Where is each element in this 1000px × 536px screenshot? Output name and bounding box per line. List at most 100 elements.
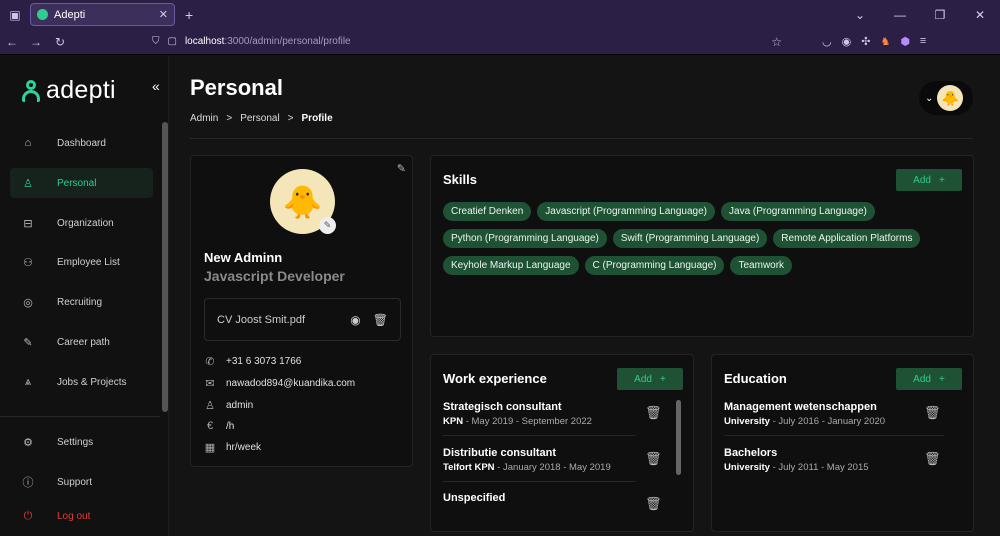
skill-chip[interactable]: Keyhole Markup Language [443,256,579,275]
profile-rate: € /h [204,420,234,432]
reload-icon[interactable]: ↻ [48,35,72,49]
extension-hex-icon[interactable]: ⬢ [900,35,910,48]
skill-chip[interactable]: Javascript (Programming Language) [537,202,716,221]
skill-chip[interactable]: Creatief Denken [443,202,532,221]
delete-work-trash-icon[interactable]: 🗑 [645,496,662,512]
add-work-button[interactable]: Add + [617,368,683,390]
app-logo[interactable]: adepti [22,76,116,105]
delete-education-trash-icon[interactable]: 🗑 [924,405,941,421]
logo-text: adepti [46,76,116,104]
sidebar-item-label: Organization [57,217,114,229]
delete-cv-trash-icon[interactable]: 🗑 [373,313,388,327]
sidebar-item-label: Career path [57,336,110,348]
sidebar-item-settings[interactable]: ⚙ Settings [10,427,153,457]
edit-avatar-icon[interactable]: ✎ [319,217,336,234]
pocket-icon[interactable]: ◡ [822,35,832,48]
list-item[interactable]: Strategisch consultant KPN - May 2019 - … [443,401,648,427]
skill-chip[interactable]: Swift (Programming Language) [612,229,768,248]
gear-icon: ⚙ [23,436,33,449]
sidebar-item-employee-list[interactable]: ⚇ Employee List [10,247,153,277]
profile-username: ♙ admin [205,400,254,412]
breadcrumb-separator-icon: > [287,113,294,124]
skill-chip[interactable]: Java (Programming Language) [721,202,875,221]
sidebar-item-label: Support [57,476,93,488]
sidebar-item-organization[interactable]: ⊟ Organization [10,208,153,238]
list-item[interactable]: Unspecified [443,492,648,504]
browser-tab[interactable]: Adepti ✕ [30,3,175,26]
work-scrollbar[interactable] [676,400,681,475]
delete-work-trash-icon[interactable]: 🗑 [645,451,662,467]
add-skill-button[interactable]: Add + [896,169,962,191]
sidebar-item-support[interactable]: ⓘ Support [10,467,153,497]
chevron-down-icon: ⌄ [925,92,934,104]
sidebar-item-jobs-projects[interactable]: ⩓ Jobs & Projects [10,367,153,397]
sidebar-item-recruiting[interactable]: ◎ Recruiting [10,287,153,317]
users-icon: ⚇ [23,256,33,269]
view-cv-eye-icon[interactable]: ◉ [350,313,360,327]
profile-email: ✉ nawadod894@kuandika.com [205,378,356,390]
plus-icon: + [659,373,666,385]
logo-person-icon [22,79,40,102]
list-item[interactable]: Management wetenschappen University - Ju… [724,401,929,427]
skill-chip[interactable]: Python (Programming Language) [443,229,607,248]
address-bar[interactable]: ⛉ ▢ localhost:3000/admin/personal/profil… [152,32,782,52]
sidebar-item-logout[interactable]: ⏻ Log out [10,501,153,531]
breadcrumb-profile: Profile [301,113,333,124]
minimize-icon[interactable]: — [880,8,920,22]
delete-education-trash-icon[interactable]: 🗑 [924,451,941,467]
sidebar-item-dashboard[interactable]: ⌂ Dashboard [10,128,153,158]
work-title: Work experience [443,371,547,386]
browser-nav-bar: ← → ↻ ⛉ ▢ localhost:3000/admin/personal/… [0,29,1000,55]
tab-list-icon[interactable]: ⌄ [840,8,880,22]
eye-icon: ◎ [23,296,33,309]
tab-title: Adepti [54,8,86,21]
menu-icon[interactable]: ≡ [920,35,926,48]
delete-work-trash-icon[interactable]: 🗑 [645,405,662,421]
forward-icon[interactable]: → [24,35,48,49]
extension-fox-icon[interactable]: ♞ [880,35,890,48]
skill-chip[interactable]: C (Programming Language) [584,256,725,275]
collapse-sidebar-icon[interactable]: « [152,78,160,94]
profile-phone: ✆ +31 6 3073 1766 [205,356,302,368]
user-menu[interactable]: ⌄ 🐥 [919,81,973,115]
account-icon[interactable]: ◉ [842,35,852,48]
stack-icon: ⩓ [24,375,32,388]
profile-hours: ▦ hr/week [204,442,262,454]
sidebar: adepti « ⌂ Dashboard ♙ Personal ⊟ Organi… [0,56,169,536]
page-title: Personal [190,75,283,100]
breadcrumb: Admin > Personal > Profile [190,113,333,124]
close-tab-icon[interactable]: ✕ [159,8,168,21]
sidebar-item-label: Log out [57,510,91,522]
divider [443,481,636,482]
new-tab-icon[interactable]: + [185,7,193,23]
sidebar-item-personal[interactable]: ♙ Personal [10,168,153,198]
url-path: :3000/admin/personal/profile [224,36,351,47]
cv-file: CV Joost Smit.pdf ◉ 🗑 [204,298,401,341]
skills-title: Skills [443,172,477,187]
extensions-icon[interactable]: ✣ [861,35,870,48]
list-item[interactable]: Bachelors University - July 2011 - May 2… [724,447,929,473]
tab-overview-icon[interactable]: ▣ [0,0,30,29]
breadcrumb-personal[interactable]: Personal [240,113,279,124]
home-icon: ⌂ [24,137,32,149]
sidebar-item-career-path[interactable]: ✎ Career path [10,327,153,357]
divider [443,435,636,436]
list-item[interactable]: Distributie consultant Telfort KPN - Jan… [443,447,648,473]
edit-profile-icon[interactable]: ✎ [397,162,406,175]
education-card: Education Add + Management wetenschappen … [711,354,974,532]
skill-chip[interactable]: Teamwork [730,256,793,275]
main-content: Personal Admin > Personal > Profile ⌄ 🐥 … [170,56,1000,536]
add-education-button[interactable]: Add + [896,368,962,390]
sidebar-scrollbar[interactable] [162,122,168,412]
breadcrumb-admin[interactable]: Admin [190,113,218,124]
profile-name: New Adminn [204,250,283,265]
restore-icon[interactable]: ❐ [920,8,960,22]
back-icon[interactable]: ← [0,35,24,49]
bookmark-star-icon[interactable]: ☆ [771,35,782,49]
divider [724,435,944,436]
work-experience-card: Work experience Add + Strategisch consult… [430,354,694,532]
sidebar-item-label: Recruiting [57,296,103,308]
skill-chip[interactable]: Remote Application Platforms [773,229,921,248]
sidebar-divider [0,416,160,417]
close-window-icon[interactable]: ✕ [960,8,1000,22]
